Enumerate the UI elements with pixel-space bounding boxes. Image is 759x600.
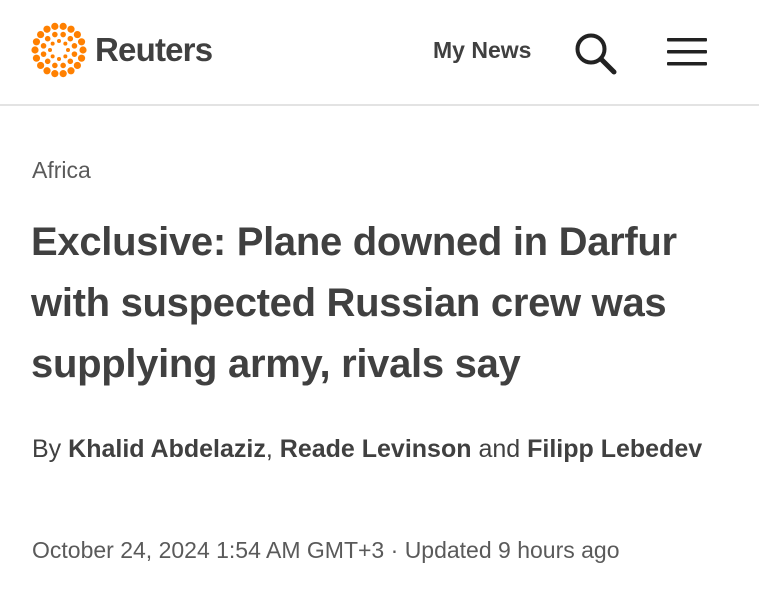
byline-prefix: By bbox=[32, 435, 62, 463]
section-label-africa[interactable]: Africa bbox=[32, 157, 91, 184]
published-time: October 24, 2024 1:54 AM GMT+3 bbox=[32, 537, 385, 563]
logo-dot bbox=[71, 43, 78, 49]
logo-dot bbox=[60, 31, 66, 38]
updated-time: Updated 9 hours ago bbox=[404, 537, 620, 563]
logo-dot bbox=[59, 70, 67, 78]
logo-dot bbox=[43, 25, 51, 33]
logo-dot bbox=[50, 41, 55, 46]
menu-icon[interactable] bbox=[667, 36, 707, 68]
article-timestamp: October 24, 2024 1:54 AM GMT+3 · Updated… bbox=[32, 537, 620, 564]
logo-dot bbox=[43, 67, 51, 75]
timestamp-separator: · bbox=[390, 537, 399, 563]
logo-dot bbox=[67, 35, 74, 42]
logo-dot bbox=[67, 58, 74, 65]
site-header: Reuters My News bbox=[0, 0, 759, 106]
logo-dot bbox=[48, 48, 52, 52]
logo-dot bbox=[31, 46, 39, 54]
reuters-logo[interactable]: Reuters bbox=[31, 22, 213, 78]
logo-dot bbox=[51, 70, 59, 78]
byline-separator: , bbox=[265, 435, 273, 463]
logo-dot bbox=[71, 51, 78, 57]
logo-dot bbox=[44, 35, 51, 42]
search-icon[interactable] bbox=[572, 30, 618, 76]
logo-dot bbox=[60, 62, 66, 69]
logo-dot bbox=[73, 61, 81, 70]
logo-dot bbox=[32, 54, 41, 62]
author-link[interactable]: Reade Levinson bbox=[280, 435, 472, 463]
logo-dot bbox=[40, 51, 47, 57]
logo-dot bbox=[77, 38, 86, 46]
logo-dot bbox=[50, 54, 55, 59]
logo-dot bbox=[37, 61, 45, 70]
my-news-link[interactable]: My News bbox=[433, 37, 531, 64]
reuters-logo-icon bbox=[31, 22, 87, 78]
logo-dot bbox=[44, 58, 51, 65]
logo-dot bbox=[79, 46, 87, 54]
byline-conjunction: and bbox=[478, 435, 521, 463]
logo-dot bbox=[40, 43, 47, 49]
logo-dot bbox=[32, 38, 41, 46]
byline: By Khalid Abdelaziz, Reade Levinson and … bbox=[32, 426, 722, 472]
logo-dot bbox=[77, 54, 86, 62]
logo-dot bbox=[51, 22, 59, 30]
logo-dot bbox=[67, 25, 75, 33]
logo-dot bbox=[66, 48, 70, 52]
logo-dot bbox=[67, 67, 75, 75]
logo-dot bbox=[63, 54, 68, 59]
author-link[interactable]: Filipp Lebedev bbox=[527, 435, 702, 463]
logo-dot bbox=[63, 41, 68, 46]
logo-dot bbox=[52, 62, 58, 69]
brand-name: Reuters bbox=[95, 31, 213, 68]
article-headline: Exclusive: Plane downed in Darfur with s… bbox=[31, 220, 677, 386]
logo-dot bbox=[57, 57, 61, 61]
author-link[interactable]: Khalid Abdelaziz bbox=[68, 435, 266, 463]
logo-dot bbox=[59, 22, 67, 30]
logo-dot bbox=[37, 30, 45, 39]
logo-dot bbox=[52, 31, 58, 38]
logo-dot bbox=[57, 39, 61, 43]
logo-dot bbox=[73, 30, 81, 39]
